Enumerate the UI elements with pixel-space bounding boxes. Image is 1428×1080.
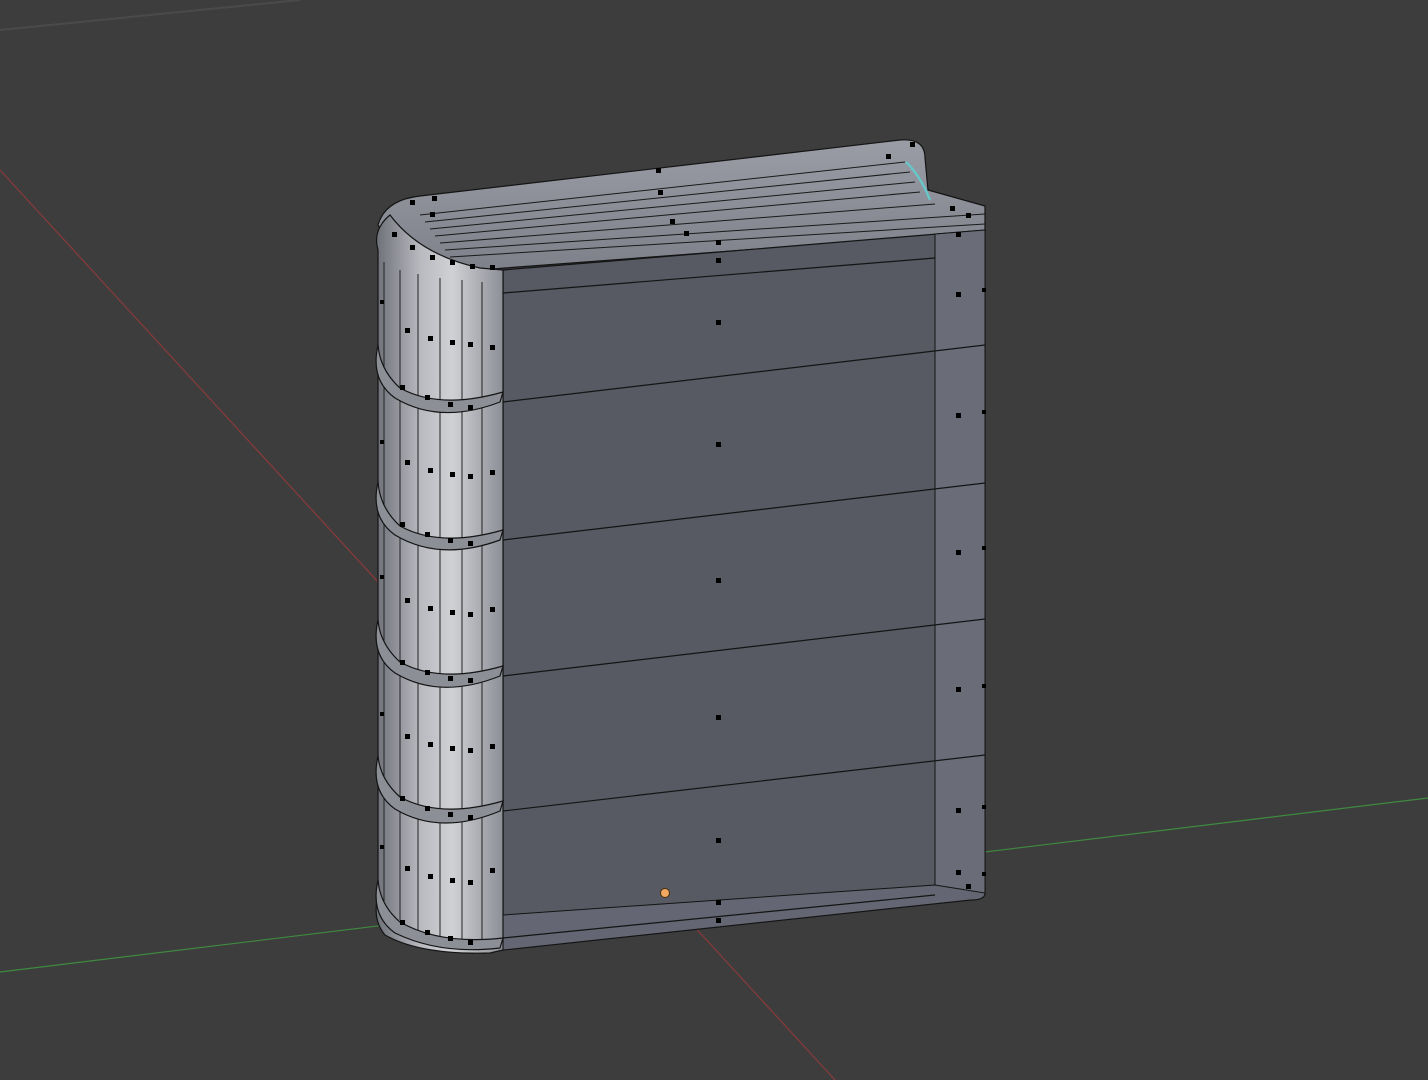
cover-right-edge — [934, 229, 986, 904]
3d-viewport[interactable] — [0, 0, 1428, 1080]
object-origin[interactable] — [660, 888, 670, 898]
book-mesh[interactable] — [375, 139, 986, 954]
book-front-cover[interactable] — [502, 229, 986, 951]
grid-line — [0, 0, 301, 31]
